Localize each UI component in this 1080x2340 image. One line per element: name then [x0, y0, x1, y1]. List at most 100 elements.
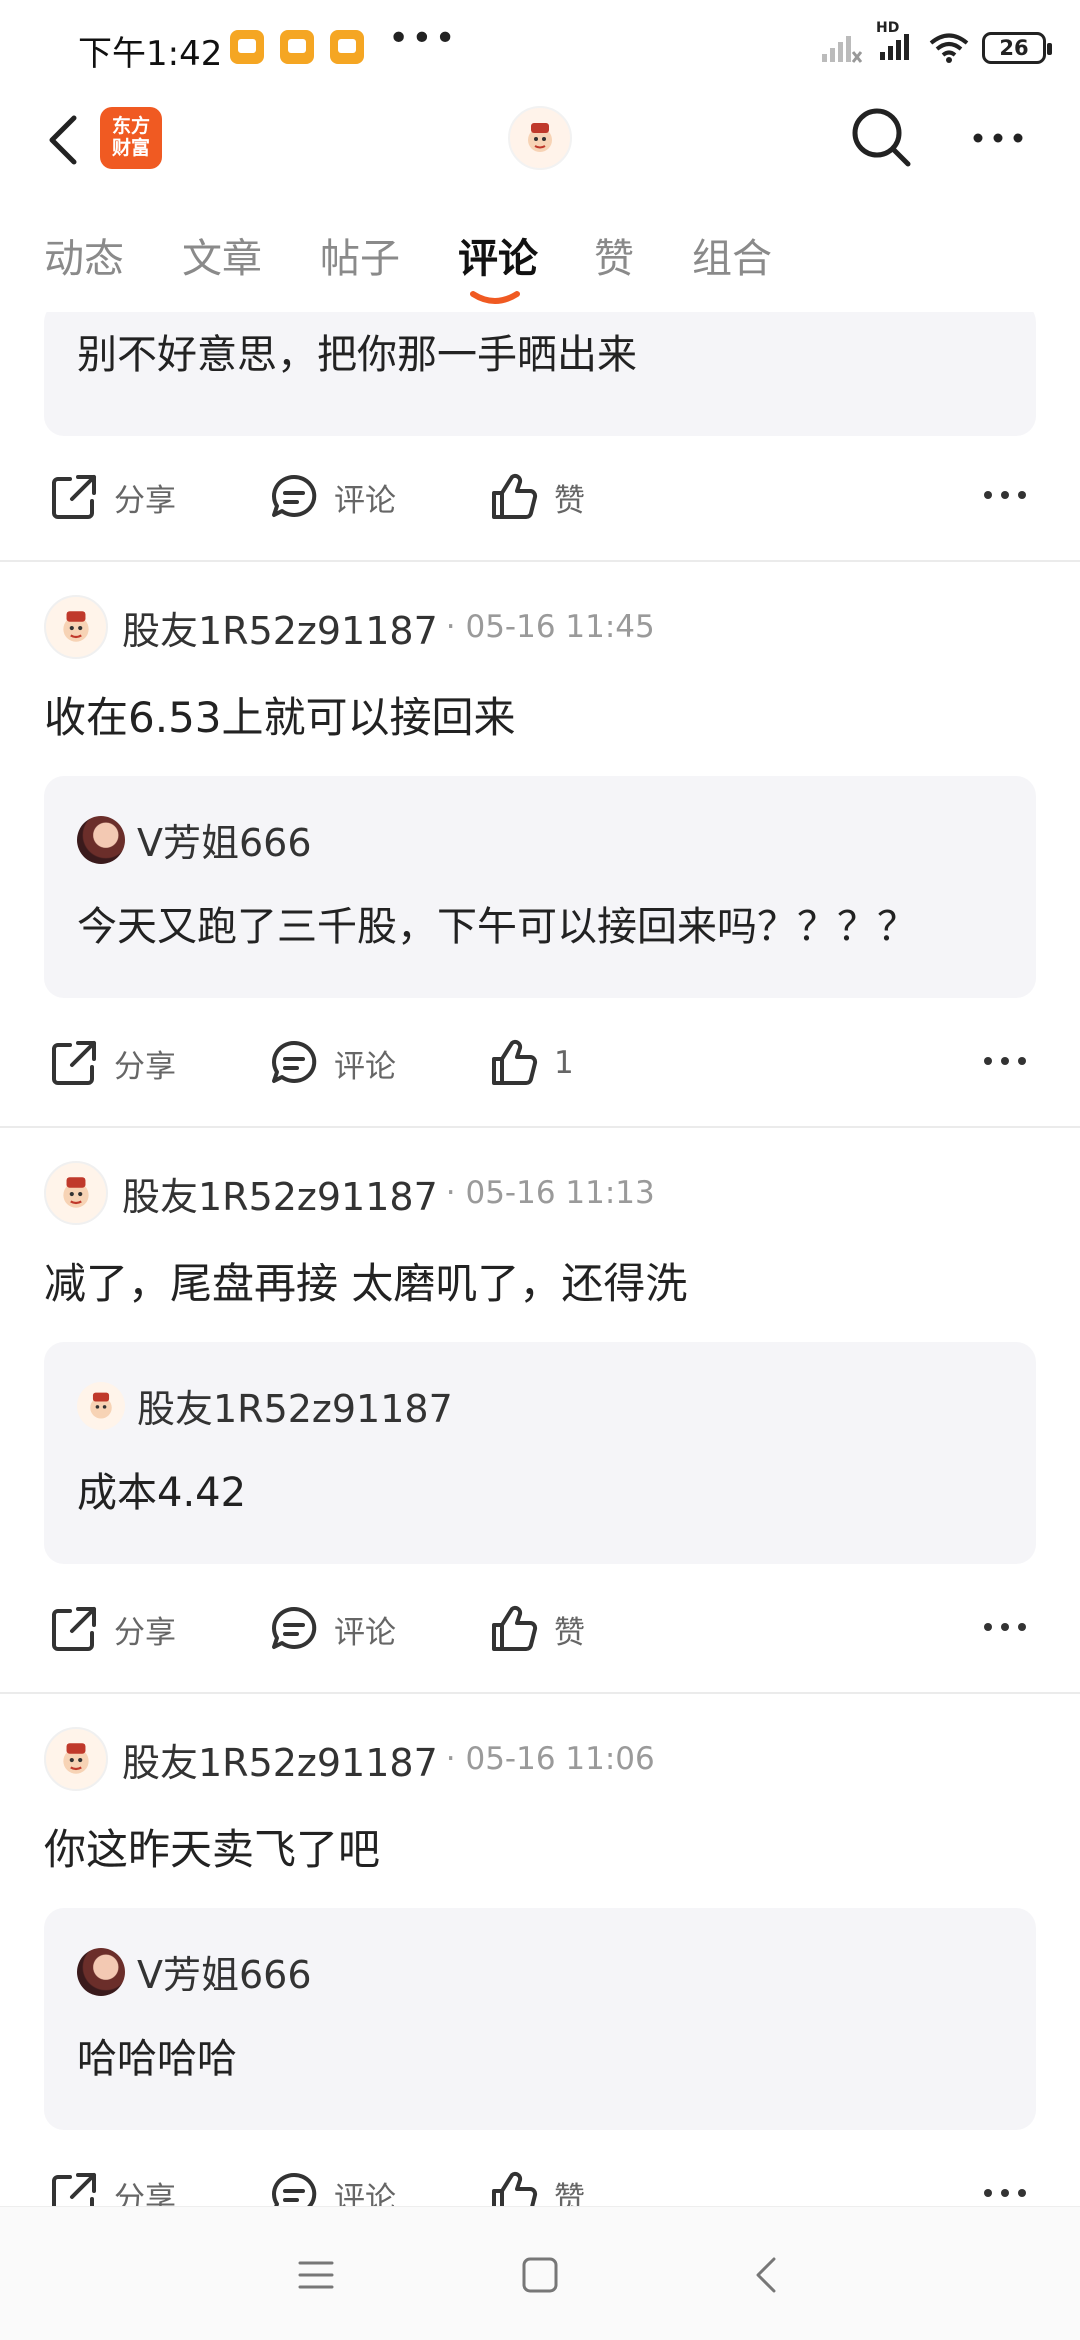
- share-icon: [52, 2173, 96, 2206]
- action-row: 分享 评论 赞: [0, 1584, 1080, 1674]
- comment-label: 评论: [334, 2180, 396, 2207]
- user-avatar[interactable]: [44, 1161, 108, 1225]
- status-bar: 下午1:42 ••• HD 26: [0, 0, 1080, 100]
- app-screen: 下午1:42 ••• HD 26 东方 财富 动态 文章 帖子 评论 赞 组合 …: [0, 0, 1080, 2340]
- nav-back-icon[interactable]: [744, 2251, 792, 2299]
- logo-text-bottom: 财富: [111, 137, 150, 159]
- tab-likes[interactable]: 赞: [594, 226, 634, 284]
- like-button[interactable]: 赞: [488, 470, 585, 524]
- comment-icon: [272, 2172, 317, 2206]
- status-indicators: HD 26: [820, 20, 1052, 68]
- like-label: 赞: [554, 1614, 585, 1651]
- post-header: 股友1R52z91187 · 05-16 11:45: [44, 594, 655, 660]
- tab-dynamics[interactable]: 动态: [44, 226, 124, 284]
- username[interactable]: 股友1R52z91187: [122, 1166, 438, 1221]
- quoted-comment[interactable]: V芳姐666 哈哈哈哈: [44, 1908, 1036, 2130]
- share-label: 分享: [114, 482, 176, 519]
- thumbs-up-icon: [492, 1039, 538, 1085]
- tab-portfolios[interactable]: 组合: [692, 226, 772, 284]
- comment-text: 减了，尾盘再接 太磨叽了，还得洗: [44, 1259, 688, 1308]
- back-arrow-icon[interactable]: [36, 110, 96, 170]
- profile-avatar[interactable]: [508, 106, 572, 170]
- tab-articles[interactable]: 文章: [182, 226, 262, 284]
- quoted-username[interactable]: 股友1R52z91187: [137, 1378, 453, 1433]
- system-nav-bar: [0, 2206, 1080, 2340]
- like-button[interactable]: 赞: [488, 1602, 585, 1656]
- tab-posts[interactable]: 帖子: [320, 226, 400, 284]
- like-button[interactable]: 赞: [488, 2168, 585, 2206]
- quoted-text: 别不好意思，把你那一手晒出来: [77, 332, 637, 378]
- battery-indicator: 26: [982, 32, 1052, 64]
- thumbs-up-icon: [492, 473, 538, 519]
- mascot-icon: [63, 1177, 89, 1208]
- post-header: 股友1R52z91187 · 05-16 11:13: [44, 1160, 655, 1226]
- mascot-icon: [528, 123, 552, 152]
- wifi-icon: [929, 33, 969, 63]
- comment-text: 收在6.53上就可以接回来: [44, 693, 516, 742]
- more-options-icon[interactable]: [968, 118, 1028, 158]
- comment-feed[interactable]: 别不好意思，把你那一手晒出来 分享 评论 赞 股友1R52z91187 · 05…: [0, 312, 1080, 2206]
- divider: [0, 560, 1080, 562]
- share-icon: [52, 1607, 96, 1651]
- app-logo[interactable]: 东方 财富: [100, 107, 162, 169]
- notification-app-icon: [330, 30, 364, 64]
- quoted-user: 股友1R52z91187: [77, 1378, 453, 1433]
- tab-comments[interactable]: 评论: [458, 226, 538, 284]
- username[interactable]: 股友1R52z91187: [122, 1732, 438, 1787]
- username[interactable]: 股友1R52z91187: [122, 600, 438, 655]
- quoted-text: 成本4.42: [77, 1470, 247, 1516]
- quoted-comment[interactable]: 别不好意思，把你那一手晒出来: [44, 312, 1036, 436]
- post-more-icon[interactable]: [980, 1612, 1030, 1642]
- comment-button[interactable]: 评论: [268, 1036, 396, 1090]
- like-button[interactable]: 1: [488, 1036, 574, 1090]
- share-icon: [52, 475, 96, 519]
- post-more-icon[interactable]: [980, 480, 1030, 510]
- user-avatar[interactable]: [44, 1727, 108, 1791]
- active-tab-indicator: [470, 291, 520, 304]
- quoted-user: V芳姐666: [77, 1944, 312, 1999]
- quoted-username[interactable]: V芳姐666: [137, 1944, 312, 1999]
- quoted-comment[interactable]: 股友1R52z91187 成本4.42: [44, 1342, 1036, 1564]
- search-icon[interactable]: [848, 104, 914, 170]
- comment-button[interactable]: 评论: [268, 1602, 396, 1656]
- share-button[interactable]: 分享: [48, 1036, 176, 1090]
- quoted-comment[interactable]: V芳姐666 今天又跑了三千股，下午可以接回来吗？？？？: [44, 776, 1036, 998]
- comment-icon: [272, 474, 317, 517]
- comment-text: 你这昨天卖飞了吧: [44, 1825, 381, 1874]
- signal-hd-icon: HD: [874, 20, 916, 66]
- post-time: · 05-16 11:13: [445, 1175, 655, 1211]
- post-header: 股友1R52z91187 · 05-16 11:06: [44, 1726, 655, 1792]
- user-avatar[interactable]: [44, 595, 108, 659]
- share-button[interactable]: 分享: [48, 470, 176, 524]
- divider: [0, 1126, 1080, 1128]
- share-button[interactable]: 分享: [48, 2168, 176, 2206]
- share-button[interactable]: 分享: [48, 1602, 176, 1656]
- logo-text-top: 东方: [111, 115, 150, 137]
- share-label: 分享: [114, 1614, 176, 1651]
- quoted-user-avatar: [77, 1947, 125, 1996]
- network-type-label: HD: [876, 20, 900, 36]
- divider: [0, 1692, 1080, 1694]
- comment-label: 评论: [334, 482, 396, 519]
- thumbs-up-icon: [492, 2171, 538, 2206]
- comment-icon: [272, 1040, 317, 1083]
- quoted-user-avatar: [77, 815, 125, 864]
- share-icon: [52, 1041, 96, 1085]
- comment-label: 评论: [334, 1614, 396, 1651]
- like-count: 1: [554, 1045, 574, 1081]
- home-icon[interactable]: [516, 2251, 564, 2299]
- comment-button[interactable]: 评论: [268, 470, 396, 524]
- post-time: · 05-16 11:06: [445, 1741, 655, 1777]
- signal-weak-icon: [822, 36, 862, 63]
- mascot-icon: [63, 1743, 89, 1774]
- action-row: 分享 评论 赞: [0, 452, 1080, 542]
- comment-button[interactable]: 评论: [268, 2168, 396, 2206]
- comment-label: 评论: [334, 1048, 396, 1085]
- post-more-icon[interactable]: [980, 2178, 1030, 2206]
- mascot-icon: [90, 1392, 112, 1419]
- quoted-username[interactable]: V芳姐666: [137, 812, 312, 867]
- menu-icon[interactable]: [292, 2251, 340, 2299]
- notification-app-icon: [280, 30, 314, 64]
- post-more-icon[interactable]: [980, 1046, 1030, 1076]
- action-row: 分享 评论 赞: [0, 2150, 1080, 2206]
